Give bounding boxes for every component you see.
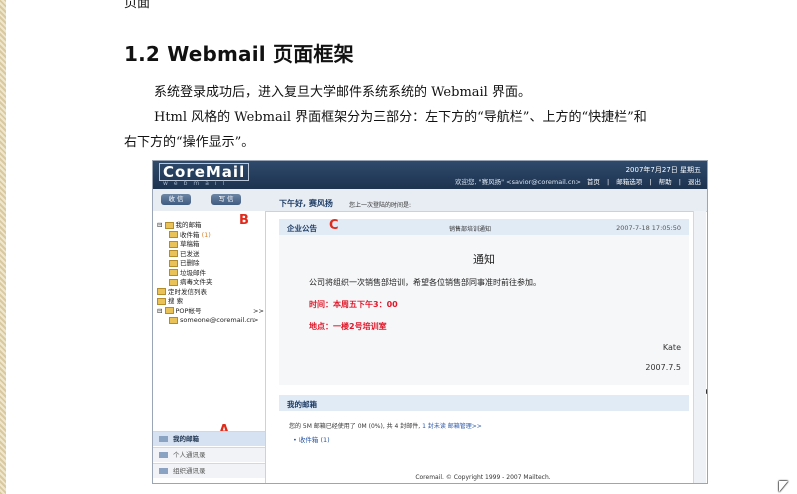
marker-c: C bbox=[329, 218, 339, 233]
folder-icon bbox=[169, 278, 178, 286]
folder-icon bbox=[157, 297, 166, 305]
unread-link[interactable]: 1 封未读 bbox=[422, 423, 446, 430]
folder-item[interactable]: 收件箱 (1) bbox=[157, 231, 254, 241]
header-links: 首页 | 邮箱选项 | 帮助 | 退出 bbox=[582, 176, 701, 186]
notice-line-place: 地点：一楼2号培训室 bbox=[309, 322, 387, 331]
folder-icon bbox=[169, 316, 178, 324]
folder-label: 搜 索 bbox=[168, 297, 184, 305]
side-tab-personal-contacts[interactable]: 个人通讯录 bbox=[153, 447, 265, 462]
folder-label: 草稿箱 bbox=[180, 240, 200, 248]
collapse-icon[interactable]: ⊟ bbox=[157, 221, 165, 229]
notice-body: 通知 公司将组织一次销售部培训，希望各位销售部同事准时前往参加。 时间：本周五下… bbox=[279, 235, 689, 385]
section-heading: 1.2 Webmail 页面框架 bbox=[124, 42, 354, 66]
notice-heading: 通知 bbox=[473, 253, 495, 266]
marker-b: B bbox=[239, 213, 249, 228]
notice-date: 2007.7.5 bbox=[645, 363, 681, 372]
folder-icon bbox=[164, 307, 174, 314]
folder-item[interactable]: 已删除 bbox=[157, 259, 254, 269]
folder-label: 定时发信列表 bbox=[168, 287, 207, 296]
page-edge-texture bbox=[0, 0, 6, 494]
paragraph-1: 系统登录成功后，进入复旦大学邮件系统系统的 Webmail 界面。 bbox=[154, 85, 531, 100]
folder-icon bbox=[169, 259, 178, 267]
mouse-pointer-icon bbox=[779, 481, 788, 492]
notice-title: 企业公告 bbox=[287, 224, 317, 233]
receive-button[interactable]: 收 信 bbox=[161, 194, 191, 205]
mouse-cursor-icon bbox=[706, 389, 707, 396]
folder-tree: ⊟ 我的邮箱 收件箱 (1) 草稿箱 已发送 已删除 垃圾邮件 病毒文件夹 定时发信列表搜 索… bbox=[157, 221, 264, 326]
folder-icon bbox=[169, 250, 178, 257]
folder-item[interactable]: 已发送 bbox=[157, 250, 254, 260]
folder-label: 收件箱 bbox=[180, 230, 200, 239]
link-sep: | bbox=[678, 178, 681, 186]
folder-icon bbox=[164, 221, 174, 229]
header-date: 2007年7月27日 星期五 bbox=[625, 166, 701, 174]
expand-arrow-icon[interactable]: >> bbox=[253, 307, 264, 317]
link-sep: | bbox=[649, 178, 652, 186]
coremail-logo: CoreMail bbox=[159, 163, 250, 181]
folder-item[interactable]: 搜 索 bbox=[157, 297, 254, 307]
folder-label: someone@coremail.cn bbox=[180, 316, 255, 324]
expand-arrow-icon[interactable]: > bbox=[253, 316, 258, 326]
link-help[interactable]: 帮助 bbox=[659, 178, 672, 186]
link-options[interactable]: 邮箱选项 bbox=[616, 178, 642, 186]
mailbox-icon bbox=[159, 436, 168, 442]
link-logout[interactable]: 退出 bbox=[688, 178, 701, 186]
folder-item[interactable]: 垃圾邮件 bbox=[157, 269, 254, 279]
notice-time: 2007-7-18 17:05:50 bbox=[616, 224, 681, 232]
contacts-icon bbox=[159, 452, 168, 458]
folder-icon bbox=[169, 240, 178, 248]
folder-label: POP帐号 bbox=[175, 306, 202, 315]
quick-toolbar: 收 信 写 信 bbox=[153, 189, 707, 212]
main-content: 企业公告 C 销售部培训通知 2007-7-18 17:05:50 通知 公司将… bbox=[277, 218, 689, 483]
folder-icon bbox=[157, 288, 166, 295]
folder-item[interactable]: ⊟ POP帐号 >> bbox=[157, 306, 264, 317]
unread-count: (1) bbox=[199, 230, 211, 239]
paragraph-3: 右下方的“操作显示”。 bbox=[124, 135, 255, 150]
notice-header: 企业公告 C 销售部培训通知 2007-7-18 17:05:50 bbox=[279, 218, 689, 235]
manage-link[interactable]: 邮箱管理>> bbox=[448, 423, 482, 430]
previous-page-fragment: 页面 bbox=[124, 0, 151, 11]
greeting-text: 下午好, 赛风扬 bbox=[279, 199, 333, 208]
side-tab-mailbox[interactable]: 我的邮箱 bbox=[153, 431, 265, 446]
folder-label: 已删除 bbox=[180, 259, 200, 267]
content-scrollbar[interactable] bbox=[693, 211, 706, 483]
paragraph-2: Html 风格的 Webmail 界面框架分为三部分：左下方的“导航栏”、上方的… bbox=[154, 110, 647, 125]
folder-label: 我的邮箱 bbox=[175, 221, 202, 229]
notice-signature: Kate bbox=[662, 343, 681, 352]
last-login-text: 您上一次登陆的时间是: bbox=[349, 202, 412, 209]
mybox-header: 我的邮箱 bbox=[279, 395, 689, 411]
mybox-title: 我的邮箱 bbox=[287, 400, 317, 409]
collapse-icon[interactable]: ⊟ bbox=[157, 307, 165, 315]
folder-item[interactable]: 定时发信列表 bbox=[157, 288, 254, 298]
org-contacts-icon bbox=[159, 468, 168, 474]
side-tab-org-contacts[interactable]: 组织通讯录 bbox=[153, 463, 265, 478]
navigation-sidebar: ⊟ 我的邮箱 收件箱 (1) 草稿箱 已发送 已删除 垃圾邮件 病毒文件夹 定时发信列表搜 索… bbox=[153, 211, 266, 483]
webmail-header: CoreMail webmail 2007年7月27日 星期五 欢迎您, "赛风… bbox=[153, 161, 707, 189]
link-sep: | bbox=[607, 178, 610, 186]
quota-text: 您的 5M 邮箱已经使用了 0M (0%), 共 4 封邮件, 1 封未读 邮箱… bbox=[289, 423, 482, 430]
logo-subtitle: webmail bbox=[163, 180, 231, 187]
folder-icon bbox=[169, 269, 178, 276]
folder-icon bbox=[169, 231, 178, 238]
footer-copyright: Coremail. © Copyright 1999 - 2007 Mailte… bbox=[415, 474, 551, 481]
folder-label: 垃圾邮件 bbox=[180, 268, 206, 277]
header-welcome: 欢迎您, "赛风扬" <savior@coremail.cn> bbox=[455, 178, 582, 186]
inbox-link[interactable]: • 收件箱 (1) bbox=[293, 434, 330, 444]
link-home[interactable]: 首页 bbox=[587, 178, 600, 186]
notice-subject[interactable]: 销售部培训通知 bbox=[449, 224, 491, 233]
compose-button[interactable]: 写 信 bbox=[211, 194, 241, 205]
folder-label: 已发送 bbox=[180, 249, 200, 258]
folder-label: 病毒文件夹 bbox=[180, 278, 213, 286]
notice-line-1: 公司将组织一次销售部培训，希望各位销售部同事准时前往参加。 bbox=[309, 278, 541, 287]
notice-line-time: 时间：本周五下午3：00 bbox=[309, 300, 398, 309]
folder-item[interactable]: 草稿箱 bbox=[157, 240, 254, 250]
webmail-screenshot: CoreMail webmail 2007年7月27日 星期五 欢迎您, "赛风… bbox=[152, 160, 708, 484]
folder-item[interactable]: someone@coremail.cn > bbox=[157, 316, 258, 326]
folder-item[interactable]: 病毒文件夹 bbox=[157, 278, 254, 288]
